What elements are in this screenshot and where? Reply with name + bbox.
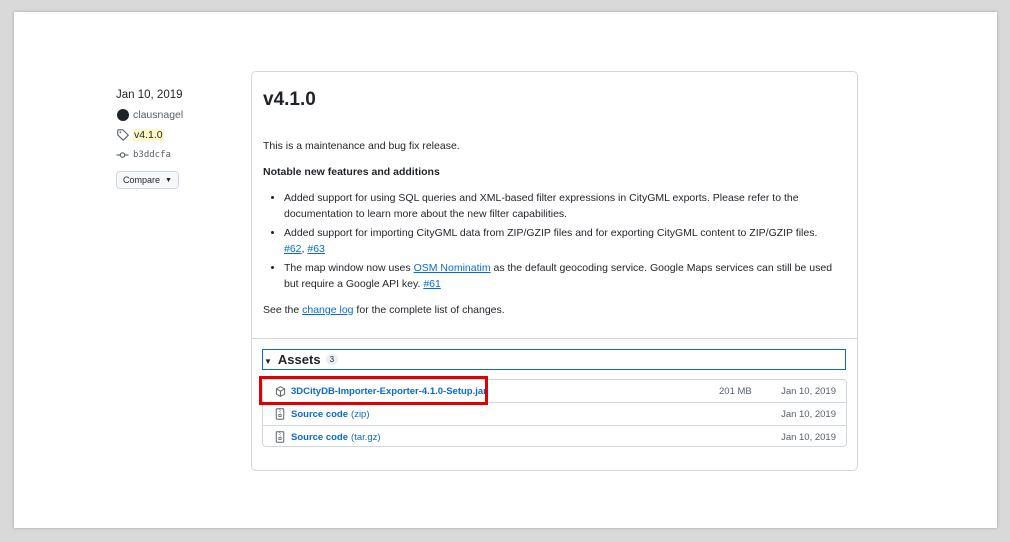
commit-sha[interactable]: b3ddcfa [133, 150, 171, 160]
author-name[interactable]: clausnagel [133, 109, 183, 121]
asset-date: Jan 10, 2019 [781, 408, 836, 420]
list-item: Added support for importing CityGML data… [284, 225, 843, 257]
changelog-link[interactable]: change log [302, 304, 353, 316]
asset-row-jar[interactable]: 3DCityDB-Importer-Exporter-4.1.0-Setup.j… [263, 380, 846, 403]
source-targz-link[interactable]: Source code (tar.gz) [291, 432, 381, 443]
tag-icon [116, 129, 129, 142]
assets-toggle[interactable]: ▼ Assets 3 [262, 349, 846, 370]
release-card: v4.1.0 This is a maintenance and bug fix… [251, 71, 858, 471]
file-zip-icon [274, 431, 286, 443]
tag-row[interactable]: v4.1.0 [116, 125, 236, 145]
notable-heading: Notable new features and additions [263, 166, 440, 178]
asset-download-link[interactable]: 3DCityDB-Importer-Exporter-4.1.0-Setup.j… [291, 386, 487, 397]
package-icon [274, 385, 286, 397]
asset-date: Jan 10, 2019 [781, 385, 836, 397]
asset-date: Jan 10, 2019 [781, 431, 836, 443]
release-date: Jan 10, 2019 [116, 89, 183, 101]
triangle-down-icon: ▼ [264, 356, 272, 366]
tag-name[interactable]: v4.1.0 [133, 129, 164, 141]
changelog-note: See the change log for the complete list… [263, 304, 505, 316]
asset-row-zip[interactable]: Source code (zip) Jan 10, 2019 [263, 403, 846, 426]
divider [252, 338, 857, 339]
compare-label: Compare [123, 175, 161, 185]
osm-nominatim-link[interactable]: OSM Nominatim [414, 262, 491, 274]
file-zip-icon [274, 408, 286, 420]
list-item: The map window now uses OSM Nominatim as… [284, 260, 843, 292]
release-meta: Jan 10, 2019 clausnagel v4.1.0 b3ddcfa C… [116, 89, 236, 189]
assets-list: 3DCityDB-Importer-Exporter-4.1.0-Setup.j… [262, 379, 847, 447]
release-intro: This is a maintenance and bug fix releas… [263, 140, 460, 152]
chevron-down-icon: ▼ [165, 176, 172, 184]
author-row[interactable]: clausnagel [116, 105, 236, 125]
list-item: Added support for using SQL queries and … [284, 190, 843, 222]
feature-list: Added support for using SQL queries and … [263, 190, 843, 292]
avatar[interactable] [116, 109, 129, 121]
release-notes: This is a maintenance and bug fix releas… [263, 138, 843, 318]
commit-icon [116, 149, 129, 162]
release-title[interactable]: v4.1.0 [263, 89, 316, 111]
assets-count-badge: 3 [325, 354, 339, 365]
source-zip-link[interactable]: Source code (zip) [291, 409, 370, 420]
issue-link-61[interactable]: #61 [423, 278, 441, 290]
commit-row[interactable]: b3ddcfa [116, 145, 236, 165]
issue-link-62[interactable]: #62 [284, 243, 302, 255]
assets-label: Assets [277, 352, 321, 367]
compare-button[interactable]: Compare ▼ [116, 171, 179, 189]
asset-size: 201 MB [719, 385, 752, 397]
issue-link-63[interactable]: #63 [307, 243, 325, 255]
asset-row-targz[interactable]: Source code (tar.gz) Jan 10, 2019 [263, 426, 846, 448]
